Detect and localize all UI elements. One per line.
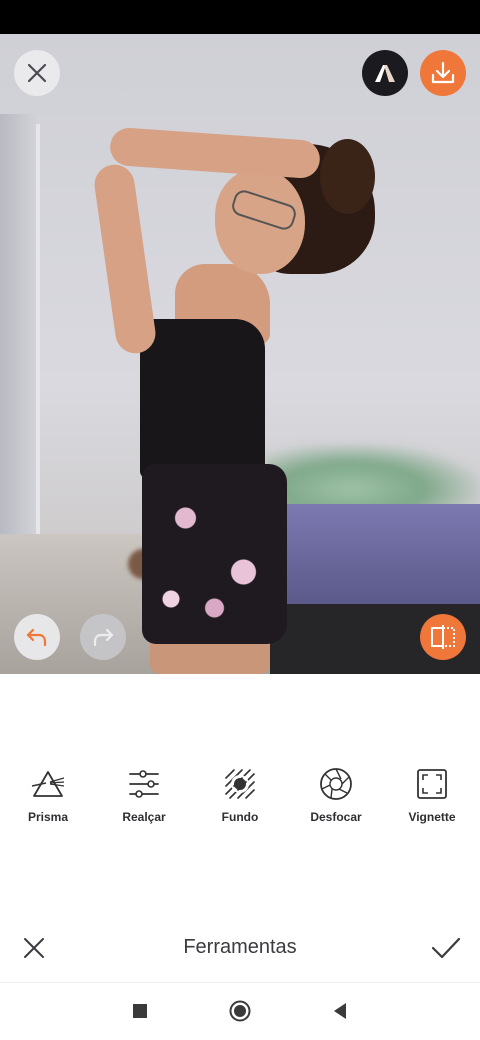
confirm-button[interactable] xyxy=(428,932,464,964)
compare-icon xyxy=(431,625,455,649)
triangle-back-icon xyxy=(334,1003,346,1019)
circle-icon xyxy=(229,1000,251,1022)
status-bar xyxy=(0,0,480,34)
vignette-icon xyxy=(414,766,450,802)
tool-label: Prisma xyxy=(27,810,69,824)
aperture-icon xyxy=(318,766,354,802)
system-nav-bar xyxy=(0,982,480,1040)
prism-icon xyxy=(30,766,66,802)
close-button[interactable] xyxy=(14,50,60,96)
recents-button[interactable] xyxy=(125,996,155,1026)
tool-prisma[interactable]: Prisma xyxy=(0,766,96,836)
sliders-icon xyxy=(126,766,162,802)
back-button[interactable] xyxy=(325,996,355,1026)
page-title: Ferramentas xyxy=(183,936,297,958)
airbrush-logo-icon xyxy=(375,65,395,82)
photo-editor-app: Prisma Realçar Fundo Desfocar Vignette F… xyxy=(0,0,480,1040)
tool-label: Fundo xyxy=(221,810,259,824)
download-button[interactable] xyxy=(420,50,466,96)
person-arm xyxy=(91,162,159,356)
tool-realcar[interactable]: Realçar xyxy=(96,766,192,836)
bottom-bar: Ferramentas xyxy=(0,920,480,983)
tool-label: Vignette xyxy=(408,810,456,824)
compare-button[interactable] xyxy=(420,614,466,660)
square-icon xyxy=(133,1004,147,1018)
tool-vignette[interactable]: Vignette xyxy=(384,766,480,836)
tools-row: Prisma Realçar Fundo Desfocar Vignette xyxy=(0,766,480,836)
person-shorts xyxy=(142,464,287,644)
undo-icon xyxy=(26,628,47,647)
person-arm-over-head xyxy=(108,126,322,180)
photo-canvas[interactable] xyxy=(0,34,480,674)
tool-label: Desfocar xyxy=(310,810,362,824)
check-icon xyxy=(431,937,461,959)
home-button[interactable] xyxy=(225,996,255,1026)
redo-button[interactable] xyxy=(80,614,126,660)
redo-icon xyxy=(93,628,114,647)
person-bun xyxy=(320,139,375,214)
tool-label: Realçar xyxy=(122,810,166,824)
download-icon xyxy=(431,61,455,84)
person-top xyxy=(140,319,265,479)
tool-fundo[interactable]: Fundo xyxy=(192,766,288,836)
close-icon xyxy=(27,63,47,83)
brand-button[interactable] xyxy=(362,50,408,96)
undo-button[interactable] xyxy=(14,614,60,660)
tool-desfocar[interactable]: Desfocar xyxy=(288,766,384,836)
background-icon xyxy=(222,766,258,802)
